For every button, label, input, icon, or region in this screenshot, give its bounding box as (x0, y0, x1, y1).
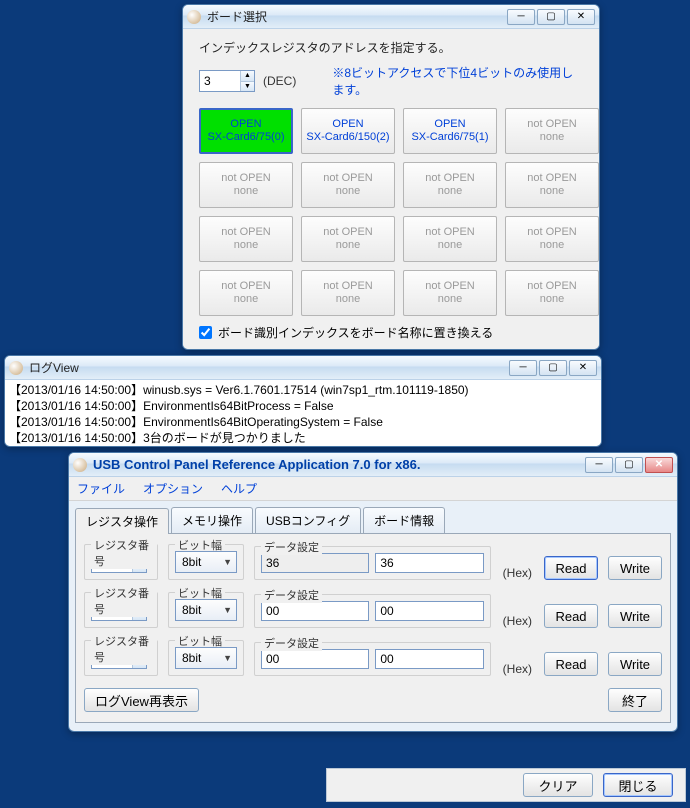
clear-button[interactable]: クリア (523, 773, 593, 797)
data-field-2[interactable] (375, 601, 483, 621)
reg-label: レジスタ番号 (91, 537, 157, 569)
close-button[interactable]: ✕ (645, 457, 673, 473)
board-cell-0[interactable]: OPEN SX-Card6/75(0) (199, 108, 293, 154)
register-row-0: レジスタ番号▲▼ビット幅8bitデータ設定(Hex)ReadWrite (84, 544, 662, 580)
menu-2[interactable]: ヘルプ (221, 480, 257, 497)
read-button[interactable]: Read (544, 556, 598, 580)
close-button[interactable]: ✕ (567, 9, 595, 25)
board-cell-6: not OPEN none (403, 162, 497, 208)
board-cell-15: not OPEN none (505, 270, 599, 316)
menu-1[interactable]: オプション (143, 480, 203, 497)
tab-1[interactable]: メモリ操作 (171, 507, 253, 533)
bitwidth-select[interactable]: 8bit (175, 647, 237, 669)
board-cell-11: not OPEN none (505, 216, 599, 262)
close-button[interactable]: ✕ (569, 360, 597, 376)
board-cell-14: not OPEN none (403, 270, 497, 316)
hex-label: (Hex) (503, 662, 532, 676)
outer-button-bar: クリア 閉じる (326, 768, 686, 802)
titlebar[interactable]: USB Control Panel Reference Application … (69, 453, 677, 477)
hex-label: (Hex) (503, 614, 532, 628)
minimize-button[interactable]: ─ (507, 9, 535, 25)
exit-button[interactable]: 終了 (608, 688, 662, 712)
tab-strip: レジスタ操作メモリ操作USBコンフィグボード情報 (75, 507, 671, 534)
write-button[interactable]: Write (608, 652, 662, 676)
data-field-1[interactable] (261, 553, 369, 573)
tab-0[interactable]: レジスタ操作 (75, 508, 169, 534)
bit-note: ※8ビットアクセスで下位4ビットのみ使用します。 (332, 64, 583, 98)
window-title: ログView (29, 359, 509, 376)
app-icon (9, 361, 23, 375)
rename-checkbox-label: ボード識別インデックスをボード名称に置き換える (218, 324, 493, 341)
board-cell-9: not OPEN none (301, 216, 395, 262)
data-label: データ設定 (261, 635, 322, 651)
menu-0[interactable]: ファイル (77, 480, 125, 497)
data-field-1[interactable] (261, 649, 369, 669)
close-dialog-button[interactable]: 閉じる (603, 773, 673, 797)
titlebar[interactable]: ログView ─ ▢ ✕ (5, 356, 601, 380)
data-field-1[interactable] (261, 601, 369, 621)
data-label: データ設定 (261, 539, 322, 555)
board-grid: OPEN SX-Card6/75(0)OPEN SX-Card6/150(2)O… (199, 108, 583, 316)
reg-label: レジスタ番号 (91, 585, 157, 617)
read-button[interactable]: Read (544, 604, 598, 628)
log-view-window: ログView ─ ▢ ✕ 【2013/01/16 14:50:00】winusb… (4, 355, 602, 447)
rename-checkbox[interactable] (199, 326, 212, 339)
usb-control-window: USB Control Panel Reference Application … (68, 452, 678, 732)
board-select-window: ボード選択 ─ ▢ ✕ インデックスレジスタのアドレスを指定する。 ▲ ▼ (D… (182, 4, 600, 350)
log-line: 【2013/01/16 14:50:00】3台のボードが見つかりました (9, 430, 597, 446)
maximize-button[interactable]: ▢ (539, 360, 567, 376)
board-cell-3: not OPEN none (505, 108, 599, 154)
board-cell-10: not OPEN none (403, 216, 497, 262)
spin-down-icon[interactable]: ▼ (240, 82, 254, 92)
reg-label: レジスタ番号 (91, 633, 157, 665)
board-cell-8: not OPEN none (199, 216, 293, 262)
board-cell-2[interactable]: OPEN SX-Card6/75(1) (403, 108, 497, 154)
minimize-button[interactable]: ─ (509, 360, 537, 376)
log-line: 【2013/01/16 14:50:00】EnvironmentIs64BitO… (9, 414, 597, 430)
log-line: 【2013/01/16 14:50:00】EnvironmentIs64BitP… (9, 398, 597, 414)
bitwidth-select[interactable]: 8bit (175, 599, 237, 621)
titlebar[interactable]: ボード選択 ─ ▢ ✕ (183, 5, 599, 29)
dec-label: (DEC) (263, 74, 296, 88)
app-icon (187, 10, 201, 24)
index-spinner[interactable]: ▲ ▼ (199, 70, 255, 92)
board-cell-13: not OPEN none (301, 270, 395, 316)
data-field-2[interactable] (375, 649, 483, 669)
window-title: ボード選択 (207, 8, 507, 25)
maximize-button[interactable]: ▢ (537, 9, 565, 25)
log-content: 【2013/01/16 14:50:00】winusb.sys = Ver6.1… (5, 380, 601, 447)
hex-label: (Hex) (503, 566, 532, 580)
bitwidth-select[interactable]: 8bit (175, 551, 237, 573)
window-title: USB Control Panel Reference Application … (93, 457, 585, 472)
menu-bar: ファイル オプション ヘルプ (69, 477, 677, 501)
spin-up-icon[interactable]: ▲ (240, 71, 254, 82)
maximize-button[interactable]: ▢ (615, 457, 643, 473)
board-cell-1[interactable]: OPEN SX-Card6/150(2) (301, 108, 395, 154)
tab-body: レジスタ番号▲▼ビット幅8bitデータ設定(Hex)ReadWriteレジスタ番… (75, 534, 671, 723)
register-row-2: レジスタ番号▲▼ビット幅8bitデータ設定(Hex)ReadWrite (84, 640, 662, 676)
log-line: 【2013/01/16 14:50:00】winusb.sys = Ver6.1… (9, 382, 597, 398)
tab-2[interactable]: USBコンフィグ (255, 507, 361, 533)
minimize-button[interactable]: ─ (585, 457, 613, 473)
log-redisplay-button[interactable]: ログView再表示 (84, 688, 199, 712)
board-cell-7: not OPEN none (505, 162, 599, 208)
instruction-text: インデックスレジスタのアドレスを指定する。 (199, 39, 583, 56)
data-field-2[interactable] (375, 553, 483, 573)
read-button[interactable]: Read (544, 652, 598, 676)
board-cell-5: not OPEN none (301, 162, 395, 208)
tab-3[interactable]: ボード情報 (363, 507, 445, 533)
board-cell-12: not OPEN none (199, 270, 293, 316)
data-label: データ設定 (261, 587, 322, 603)
write-button[interactable]: Write (608, 604, 662, 628)
app-icon (73, 458, 87, 472)
index-input[interactable] (200, 71, 240, 91)
board-cell-4: not OPEN none (199, 162, 293, 208)
write-button[interactable]: Write (608, 556, 662, 580)
register-row-1: レジスタ番号▲▼ビット幅8bitデータ設定(Hex)ReadWrite (84, 592, 662, 628)
